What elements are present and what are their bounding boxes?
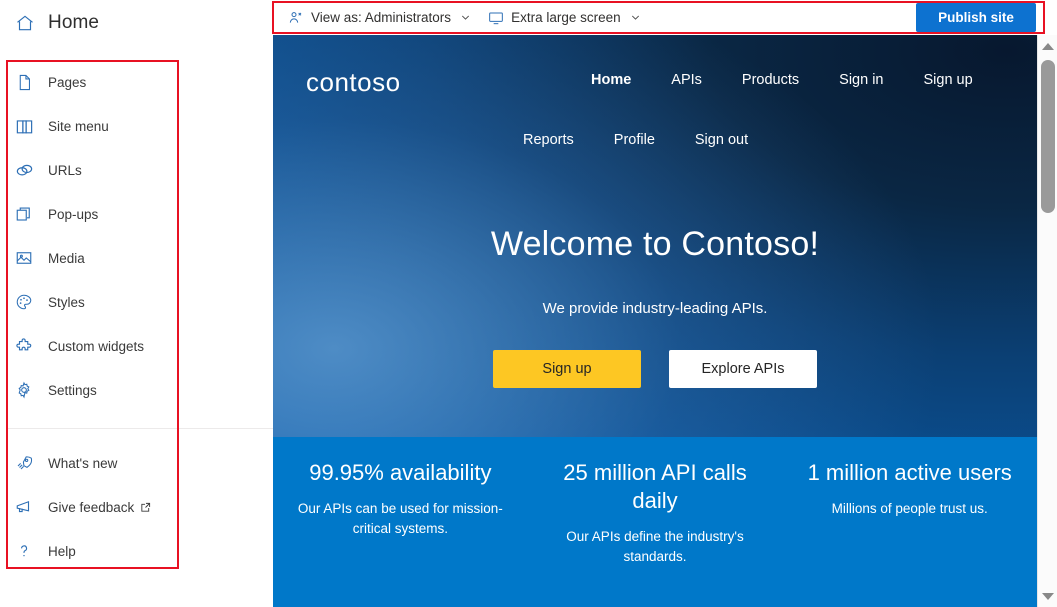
stat-card-active-users: 1 million active users Millions of peopl… (782, 459, 1037, 607)
sidebar-item-label: Styles (48, 294, 85, 310)
site-nav-home[interactable]: Home (591, 72, 631, 88)
app-root: Home Pages Site menu URLs Pop-ups Media … (0, 0, 1057, 607)
stat-description: Our APIs define the industry's standards… (566, 529, 744, 564)
sidebar-item-settings[interactable]: Settings (0, 368, 273, 412)
rocket-icon (14, 453, 34, 473)
view-as-dropdown[interactable]: View as: Administrators (279, 2, 479, 33)
publish-site-button[interactable]: Publish site (916, 3, 1036, 32)
site-nav-sign-in[interactable]: Sign in (839, 72, 883, 88)
site-nav-reports[interactable]: Reports (523, 132, 574, 148)
sidebar-item-urls[interactable]: URLs (0, 148, 273, 192)
puzzle-icon (14, 336, 34, 356)
hero-subtitle: We provide industry-leading APIs. (542, 300, 768, 317)
sidebar-item-label: Help (48, 543, 76, 559)
site-navigation: Home APIs Products Sign in Sign up Repor… (273, 35, 1037, 157)
chevron-down-icon (630, 12, 641, 23)
sidebar-item-label: Site menu (48, 118, 109, 134)
site-nav-row-secondary: Reports Profile Sign out (273, 123, 1037, 157)
site-nav-apis[interactable]: APIs (671, 72, 702, 88)
scrollbar-thumb[interactable] (1041, 60, 1055, 213)
sidebar-item-label: URLs (48, 162, 82, 178)
sidebar-item-label: Media (48, 250, 85, 266)
hero-title: Welcome to Contoso! (490, 225, 820, 263)
hero-cta-group: Sign up Explore APIs (273, 350, 1037, 388)
sidebar-item-label: Pages (48, 74, 87, 90)
sidebar-item-label: Give feedback (48, 499, 135, 515)
preview-scrollbar[interactable] (1037, 35, 1057, 607)
stats-section: 99.95% availability Our APIs can be used… (273, 437, 1037, 607)
sidebar-item-styles[interactable]: Styles (0, 280, 273, 324)
question-icon (14, 541, 34, 561)
sidebar-item-media[interactable]: Media (0, 236, 273, 280)
stat-description: Millions of people trust us. (831, 501, 988, 517)
person-icon (287, 9, 304, 26)
sidebar-item-label: Custom widgets (48, 338, 145, 354)
site-nav-profile[interactable]: Profile (614, 132, 655, 148)
sidebar-item-help[interactable]: Help (0, 529, 273, 573)
stat-title: 25 million API calls daily (563, 460, 747, 514)
page-title-bar: Home (0, 0, 273, 46)
page-title: Home (48, 12, 100, 33)
view-as-label: View as: Administrators (311, 10, 452, 25)
image-icon (14, 248, 34, 268)
stat-card-availability: 99.95% availability Our APIs can be used… (273, 459, 528, 607)
home-icon (14, 12, 36, 34)
stat-title: 99.95% availability (309, 460, 492, 485)
sidebar-item-custom-widgets[interactable]: Custom widgets (0, 324, 273, 368)
site-nav-sign-up[interactable]: Sign up (924, 72, 973, 88)
monitor-icon (487, 9, 504, 26)
sidebar-item-pop-ups[interactable]: Pop-ups (0, 192, 273, 236)
screen-size-dropdown[interactable]: Extra large screen (479, 2, 649, 33)
sidebar-item-site-menu[interactable]: Site menu (0, 104, 273, 148)
sidebar-secondary-nav: What's new Give feedback Help (0, 441, 273, 573)
stat-title: 1 million active users (807, 460, 1012, 485)
explore-apis-button[interactable]: Explore APIs (669, 350, 817, 388)
palette-icon (14, 292, 34, 312)
sidebar-item-label: Settings (48, 382, 97, 398)
site-nav-products[interactable]: Products (742, 72, 799, 88)
stat-description: Our APIs can be used for mission-critica… (297, 501, 503, 536)
sign-up-button[interactable]: Sign up (493, 350, 641, 388)
hero-section: contoso Home APIs Products Sign in Sign … (273, 35, 1037, 437)
scroll-down-arrow-icon[interactable] (1038, 587, 1057, 605)
site-nav-sign-out[interactable]: Sign out (695, 132, 748, 148)
gear-icon (14, 380, 34, 400)
popup-icon (14, 204, 34, 224)
book-icon (14, 116, 34, 136)
left-panel: Home Pages Site menu URLs Pop-ups Media … (0, 0, 273, 607)
site-nav-row-primary: Home APIs Products Sign in Sign up (273, 63, 1037, 97)
sidebar-item-pages[interactable]: Pages (0, 60, 273, 104)
sidebar-item-label: What's new (48, 455, 118, 471)
sidebar-item-give-feedback[interactable]: Give feedback (0, 485, 273, 529)
sidebar-item-whats-new[interactable]: What's new (0, 441, 273, 485)
sidebar-divider (6, 428, 273, 429)
chevron-down-icon (460, 12, 471, 23)
link-icon (14, 160, 34, 180)
external-link-icon (140, 502, 151, 513)
page-icon (14, 72, 34, 92)
sidebar-item-label: Pop-ups (48, 206, 99, 222)
screen-size-label: Extra large screen (511, 10, 621, 25)
stat-card-api-calls: 25 million API calls daily Our APIs defi… (528, 459, 783, 607)
site-preview-canvas: contoso Home APIs Products Sign in Sign … (273, 35, 1037, 607)
scroll-up-arrow-icon[interactable] (1038, 37, 1057, 55)
sidebar-primary-nav: Pages Site menu URLs Pop-ups Media Style… (0, 60, 273, 412)
megaphone-icon (14, 497, 34, 517)
